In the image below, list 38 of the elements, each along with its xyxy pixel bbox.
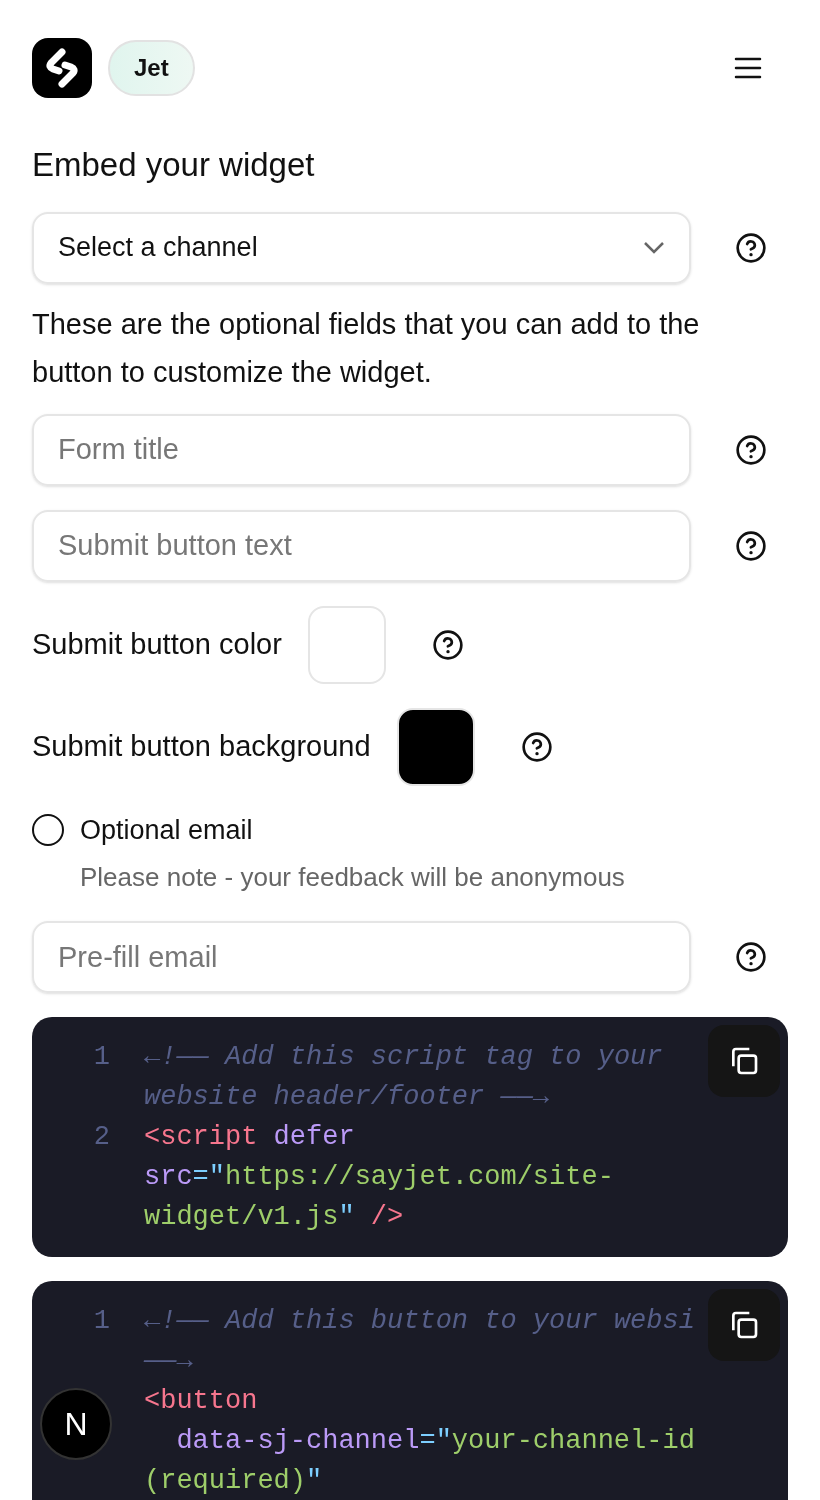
help-icon[interactable] xyxy=(735,941,767,973)
chevron-down-icon xyxy=(643,240,665,255)
code-line: <script defer xyxy=(144,1120,355,1154)
code-line: website header/footer ——→ xyxy=(144,1080,550,1114)
code-line: (required)" xyxy=(144,1464,323,1498)
description: These are the optional fields that you can add to the button to customize the widget. xyxy=(32,306,701,390)
line-number: 1 xyxy=(93,1304,110,1338)
help-icon[interactable] xyxy=(431,628,464,661)
code-line: data-sj-channel="your-channel-id xyxy=(175,1424,695,1458)
radio-label: Optional email xyxy=(80,813,253,847)
code-line: ←!—— Add this button to your websi xyxy=(144,1304,695,1338)
menu-icon[interactable] xyxy=(734,57,762,79)
radio-note: Please note - your feedback will be anonymous xyxy=(80,861,626,894)
logo-icon[interactable] xyxy=(32,38,92,98)
line-number: 1 xyxy=(93,1040,110,1074)
copy-button[interactable] xyxy=(708,1025,780,1097)
badge: Jet xyxy=(108,40,195,96)
help-icon[interactable] xyxy=(735,433,767,466)
line-number: 2 xyxy=(93,1120,110,1154)
help-icon[interactable] xyxy=(735,529,767,562)
channel-select[interactable]: Select a channel xyxy=(32,211,691,284)
text-field[interactable]: Submit button text xyxy=(32,509,691,582)
help-icon[interactable] xyxy=(520,730,553,763)
code-line: widget/v1.js" /> xyxy=(144,1200,404,1234)
color-swatch[interactable] xyxy=(307,605,386,684)
code-line: <button xyxy=(144,1384,258,1418)
code-line: ←!—— Add this script tag to your xyxy=(144,1040,663,1074)
color-swatch[interactable] xyxy=(396,707,475,786)
text-field[interactable]: Form title xyxy=(32,413,691,486)
radio-button[interactable] xyxy=(32,813,64,846)
field-label: Submit button background xyxy=(32,728,371,764)
page-title: Embed your widget xyxy=(32,145,316,185)
text-field[interactable]: Pre-fill email xyxy=(32,921,691,993)
help-icon[interactable] xyxy=(735,231,767,264)
code-line: ——→ xyxy=(144,1344,193,1378)
copy-button[interactable] xyxy=(708,1289,780,1361)
code-line: src="https://sayjet.com/site- xyxy=(144,1160,614,1194)
field-label: Submit button color xyxy=(32,626,282,662)
